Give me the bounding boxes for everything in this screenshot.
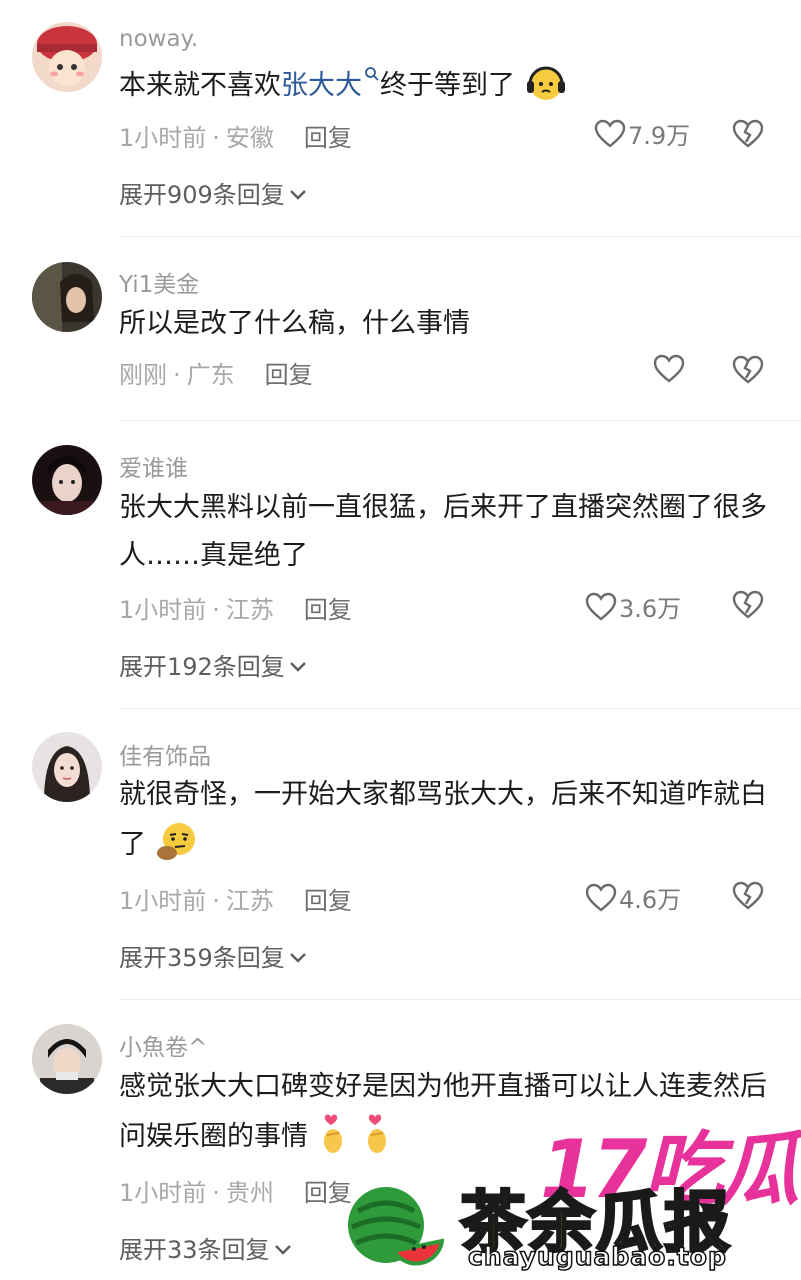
broken-heart-icon[interactable]: [732, 589, 764, 621]
comment-meta: 1小时前 · 江苏 回复: [119, 881, 352, 916]
timestamp: 1小时前: [119, 596, 207, 624]
location: 江苏: [225, 596, 274, 624]
location: 江苏: [225, 887, 274, 915]
comment-meta: 1小时前 · 安徽 回复: [119, 118, 352, 153]
chevron-down-icon: [289, 190, 306, 200]
chevron-down-icon: [289, 662, 306, 672]
username[interactable]: Yi1美金: [119, 265, 199, 299]
expand-replies[interactable]: 展开33条回复: [119, 1230, 292, 1265]
comment-text: 张大大黑料以前一直很猛，后来开了直播突然圈了很多人……真是绝了: [119, 492, 767, 571]
separator: ·: [212, 887, 220, 915]
separator: ·: [212, 1179, 220, 1207]
broken-heart-icon[interactable]: [732, 880, 764, 912]
watermark-url: chayuguabao.top: [467, 1241, 727, 1272]
expand-replies-label: 展开33条回复: [119, 1236, 270, 1264]
broken-heart-icon[interactable]: [732, 118, 764, 150]
heart-outline-icon: [594, 119, 626, 148]
comment-meta: 刚刚 · 广东 回复: [119, 355, 313, 390]
thinking-emoji-icon: [156, 823, 195, 860]
separator: ·: [173, 361, 181, 389]
broken-heart-icon[interactable]: [732, 354, 764, 386]
expand-replies-label: 展开359条回复: [119, 944, 285, 972]
separator: ·: [212, 596, 220, 624]
expand-replies[interactable]: 展开192条回复: [119, 647, 307, 682]
watermark: 17吃瓜 茶余瓜报 chayuguabao.top: [340, 1125, 801, 1280]
timestamp: 1小时前: [119, 887, 207, 915]
headphones-emoji-icon: [526, 66, 565, 100]
divider: [119, 420, 801, 421]
like-count: 3.6万: [619, 595, 682, 623]
timestamp: 1小时前: [119, 124, 207, 152]
location: 贵州: [225, 1179, 274, 1207]
search-link[interactable]: 张大大: [281, 67, 380, 101]
reply-button[interactable]: 回复: [304, 124, 352, 152]
location: 安徽: [225, 124, 274, 152]
search-link-label: 张大大: [281, 70, 362, 101]
divider: [119, 708, 801, 709]
reply-button[interactable]: 回复: [304, 887, 352, 915]
chevron-down-icon: [274, 1245, 291, 1255]
expand-replies[interactable]: 展开909条回复: [119, 175, 307, 210]
timestamp: 1小时前: [119, 1179, 207, 1207]
username[interactable]: noway.: [119, 26, 198, 52]
comment-text-part: 终于等到了: [380, 70, 515, 101]
heart-outline-icon: [585, 592, 617, 621]
separator: ·: [212, 124, 220, 152]
like-button[interactable]: [653, 354, 687, 384]
divider: [119, 236, 801, 237]
like-button[interactable]: 3.6万: [585, 589, 681, 624]
heart-outline-icon: [653, 354, 685, 383]
avatar[interactable]: [32, 22, 102, 92]
like-count: 7.9万: [628, 122, 691, 150]
expand-replies-label: 展开192条回复: [119, 653, 285, 681]
like-button[interactable]: 7.9万: [594, 116, 690, 151]
comment-meta: 1小时前 · 江苏 回复: [119, 590, 352, 625]
comment-text-part: 就很奇怪，一开始大家都骂张大大，后来不知道咋就白了: [119, 779, 767, 860]
timestamp: 刚刚: [119, 361, 167, 389]
expand-replies[interactable]: 展开359条回复: [119, 938, 307, 973]
comment-meta: 1小时前 · 贵州 回复: [119, 1173, 352, 1208]
comment-text-part: 本来就不喜欢: [119, 70, 281, 101]
comment-text: 所以是改了什么稿，什么事情: [119, 308, 470, 339]
search-mini-icon: [365, 67, 379, 81]
like-button[interactable]: 4.6万: [585, 880, 681, 915]
avatar[interactable]: [32, 1024, 102, 1094]
expand-replies-label: 展开909条回复: [119, 181, 285, 209]
username[interactable]: 爱谁谁: [119, 449, 188, 483]
reply-button[interactable]: 回复: [265, 361, 313, 389]
watermelon-icon: [348, 1187, 444, 1266]
location: 广东: [186, 361, 235, 389]
divider: [119, 999, 801, 1000]
heart-outline-icon: [585, 883, 617, 912]
comment-text: 就很奇怪，一开始大家都骂张大大，后来不知道咋就白了: [119, 771, 779, 869]
username[interactable]: 佳有饰品: [119, 737, 211, 771]
avatar[interactable]: [32, 445, 102, 515]
like-count: 4.6万: [619, 886, 682, 914]
avatar[interactable]: [32, 732, 102, 802]
reply-button[interactable]: 回复: [304, 596, 352, 624]
avatar[interactable]: [32, 262, 102, 332]
chevron-down-icon: [289, 953, 306, 963]
username[interactable]: 小魚卷^: [119, 1028, 207, 1062]
comment-text: 本来就不喜欢张大大 终于等到了: [119, 60, 779, 110]
